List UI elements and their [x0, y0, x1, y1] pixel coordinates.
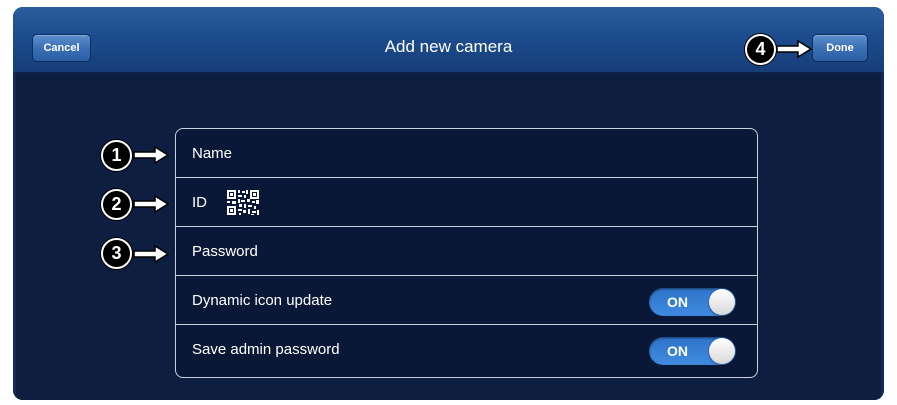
- arrow-right-icon: [133, 245, 169, 263]
- done-button[interactable]: Done: [812, 34, 868, 62]
- callout-2: 2: [101, 189, 132, 220]
- id-input[interactable]: [192, 178, 732, 227]
- save-admin-label: Save admin password: [192, 341, 340, 358]
- qr-code-icon[interactable]: [226, 189, 260, 216]
- name-row: [176, 129, 757, 178]
- arrow-right-icon: [133, 146, 169, 164]
- content-area: Dynamic icon update ON Save admin passwo…: [13, 73, 884, 400]
- toggle-state-text: ON: [667, 294, 688, 310]
- camera-form: Dynamic icon update ON Save admin passwo…: [175, 128, 758, 378]
- toggle-state-text: ON: [667, 343, 688, 359]
- arrow-right-icon: [133, 195, 169, 213]
- callout-4: 4: [745, 34, 776, 65]
- callout-3: 3: [101, 238, 132, 269]
- dynamic-icon-row: Dynamic icon update ON: [176, 276, 757, 325]
- password-row: [176, 227, 757, 276]
- name-input[interactable]: [192, 129, 732, 178]
- password-input[interactable]: [192, 227, 732, 276]
- toggle-knob: [709, 289, 735, 315]
- save-admin-toggle[interactable]: ON: [649, 337, 736, 365]
- id-row: [176, 178, 757, 227]
- dynamic-icon-label: Dynamic icon update: [192, 292, 333, 309]
- cancel-button[interactable]: Cancel: [32, 34, 91, 62]
- arrow-right-icon: [776, 40, 812, 58]
- callout-1: 1: [101, 140, 132, 171]
- toggle-knob: [709, 338, 735, 364]
- dynamic-icon-toggle[interactable]: ON: [649, 288, 736, 316]
- save-admin-row: Save admin password ON: [176, 325, 757, 375]
